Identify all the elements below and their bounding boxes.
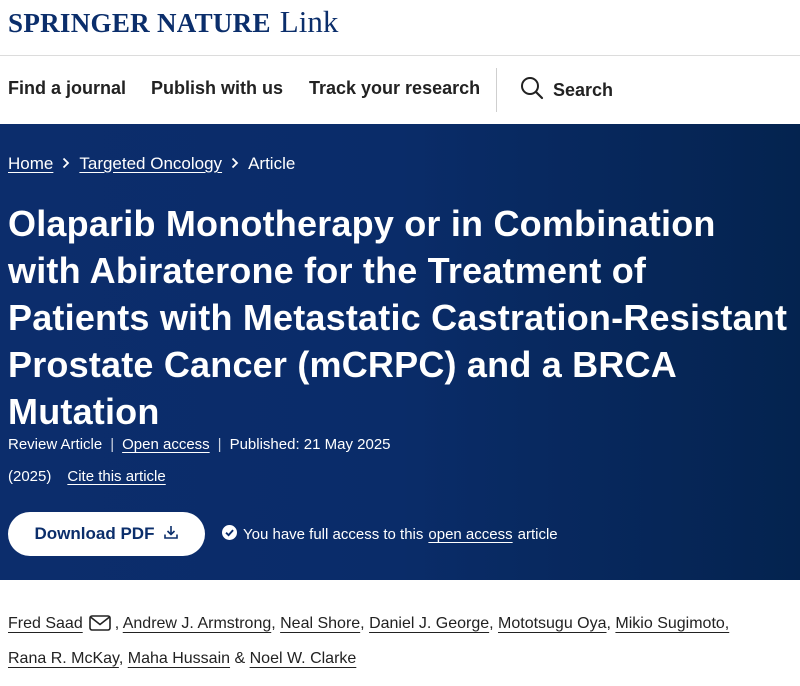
article-citation-row: (2025) Cite this article [8, 468, 166, 485]
brand-name: SPRINGER NATURE [8, 8, 271, 38]
search-button[interactable]: Search [520, 76, 613, 105]
breadcrumb-journal[interactable]: Targeted Oncology [79, 154, 222, 174]
mail-icon[interactable] [88, 611, 111, 643]
article-title: Olaparib Monotherapy or in Combination w… [8, 203, 788, 432]
author-line-1: Fred Saad, Andrew J. Armstrong, Neal Sho… [8, 608, 793, 643]
breadcrumb-current: Article [248, 154, 296, 173]
download-pdf-button[interactable]: Download PDF [8, 512, 205, 556]
springer-nature-link-logo[interactable]: SPRINGER NATURE Link [8, 4, 338, 40]
author-link[interactable]: Mikio Sugimoto, [615, 615, 729, 632]
access-note-prefix: You have full access to this [243, 526, 424, 543]
author-list: Fred Saad, Andrew J. Armstrong, Neal Sho… [8, 608, 793, 675]
access-note-suffix: article [517, 526, 558, 543]
author-link[interactable]: Daniel J. George [369, 615, 489, 632]
brand-bar: SPRINGER NATURE Link [0, 0, 800, 56]
author-link[interactable]: Maha Hussain [128, 650, 230, 667]
open-access-link[interactable]: Open access [122, 436, 210, 453]
chevron-right-icon [231, 156, 239, 172]
author-link[interactable]: Noel W. Clarke [250, 650, 357, 667]
author-link[interactable]: Mototsugu Oya [498, 615, 607, 632]
breadcrumb: Home Targeted Oncology Article [8, 154, 295, 174]
author-line-2: Rana R. McKay, Maha Hussain & Noel W. Cl… [8, 650, 357, 667]
cite-article-link[interactable]: Cite this article [67, 468, 165, 485]
author-ampersand: & [234, 650, 246, 667]
main-nav: Find a journal Publish with us Track you… [0, 56, 800, 124]
nav-divider [496, 68, 497, 112]
check-circle-icon [222, 525, 243, 544]
search-icon [520, 76, 553, 105]
author-link[interactable]: Fred Saad [8, 615, 83, 632]
chevron-right-icon [62, 156, 70, 172]
nav-publish-with-us[interactable]: Publish with us [151, 78, 283, 99]
author-link[interactable]: Andrew J. Armstrong [123, 615, 272, 632]
author-link[interactable]: Rana R. McKay [8, 650, 119, 667]
nav-find-journal[interactable]: Find a journal [8, 78, 126, 99]
nav-track-research[interactable]: Track your research [309, 78, 480, 99]
published-date: Published: 21 May 2025 [229, 436, 391, 453]
article-year: (2025) [8, 468, 52, 485]
article-type: Review Article [8, 436, 103, 453]
breadcrumb-home[interactable]: Home [8, 154, 53, 174]
article-hero: Home Targeted Oncology Article Olaparib … [0, 124, 800, 580]
download-icon [154, 524, 179, 544]
download-label: Download PDF [34, 524, 155, 543]
article-meta: Review Article | Open access | Published… [8, 436, 391, 453]
author-link[interactable]: Neal Shore [280, 615, 360, 632]
brand-suffix: Link [279, 4, 339, 39]
access-note: You have full access to this open access… [222, 525, 558, 544]
search-label: Search [553, 80, 614, 100]
access-note-open-access-link[interactable]: open access [428, 526, 512, 543]
